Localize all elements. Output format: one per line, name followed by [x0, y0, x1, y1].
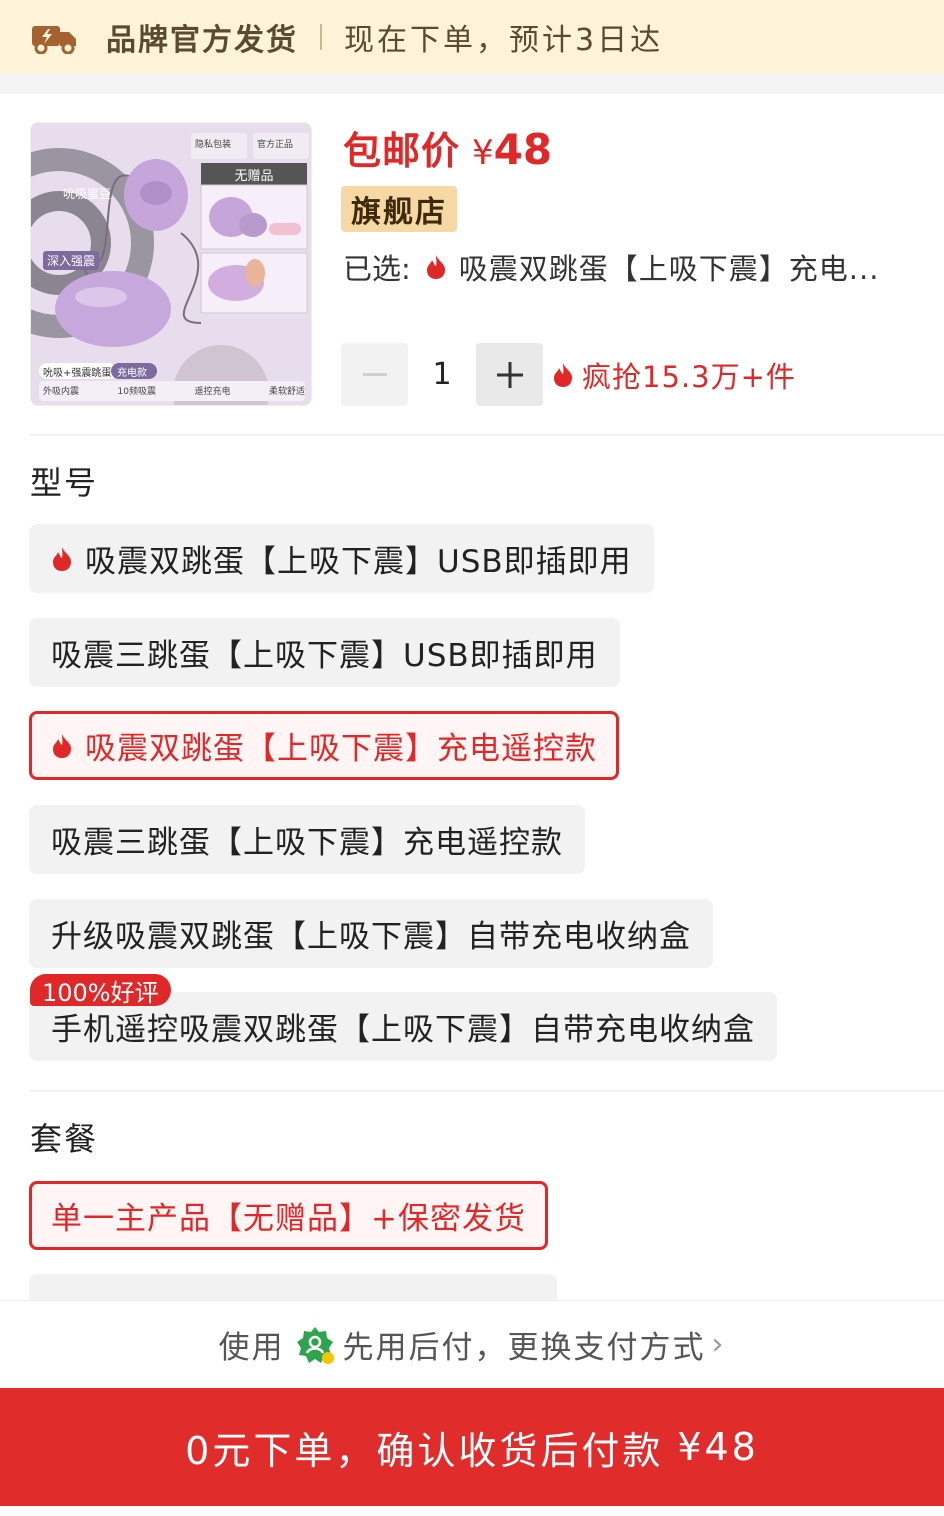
payment-method-bar[interactable]: 使用 先用后付，更换支付方式 ›	[0, 1300, 944, 1388]
model-option-label: 吸震双跳蛋【上吸下震】充电遥控款	[85, 731, 597, 767]
flame-icon	[53, 733, 72, 758]
thumb-feature: 柔软舒适	[268, 387, 305, 397]
flame-icon	[554, 363, 573, 387]
delivery-banner: 品牌官方发货 现在下单，预计3日达	[0, 0, 944, 74]
model-option-selected[interactable]: 吸震双跳蛋【上吸下震】充电遥控款	[29, 711, 619, 780]
model-section-title: 型号	[30, 464, 99, 502]
rating-badge: 100%好评	[30, 974, 171, 1007]
thumb-caption-tag: 充电款	[117, 368, 147, 379]
thumb-caption: 吮吸+强震跳蛋	[43, 368, 112, 379]
hot-sale-count: 疯抢15.3万+件	[552, 354, 796, 396]
chevron-right-icon: ›	[711, 1327, 726, 1362]
quantity-increase-button[interactable]	[476, 343, 543, 406]
delivery-eta: 现在下单，预计3日达	[344, 23, 664, 58]
package-option-label: 单一主产品【无赠品】+保密发货	[51, 1201, 526, 1237]
product-thumbnail[interactable]: 无赠品 吮吸蜜豆 深入强震 隐私包装 官方正品 吮吸+强震跳蛋 充电款 外吸内震…	[30, 122, 312, 406]
selected-value: 吸震双跳蛋【上吸下震】充电...	[458, 252, 880, 286]
place-order-label: 0元下单，确认收货后付款	[185, 1428, 664, 1473]
flame-icon	[53, 546, 72, 571]
minus-icon	[362, 373, 387, 376]
banner-title: 品牌官方发货	[106, 23, 298, 58]
section-gap	[0, 74, 944, 94]
thumb-badge-official: 官方正品	[257, 140, 294, 150]
delivery-truck-icon	[32, 26, 76, 54]
store-badge: 旗舰店	[341, 186, 457, 232]
selected-sku: 已选: 吸震双跳蛋【上吸下震】充电...	[343, 246, 903, 288]
model-option-label: 吸震三跳蛋【上吸下震】USB即插即用	[51, 638, 598, 674]
model-option-label: 吸震三跳蛋【上吸下震】充电遥控款	[51, 825, 563, 861]
model-option-label: 吸震双跳蛋【上吸下震】USB即插即用	[85, 544, 632, 580]
thumb-label-suck: 吮吸蜜豆	[63, 187, 112, 201]
divider	[30, 434, 944, 436]
thumb-feature: 10频吸震	[117, 387, 156, 397]
price-label: 包邮价	[343, 129, 461, 173]
thumb-label-deep: 深入强震	[43, 251, 100, 270]
model-option[interactable]: 升级吸震双跳蛋【上吸下震】自带充电收纳盒	[29, 899, 713, 968]
package-option-selected[interactable]: 单一主产品【无赠品】+保密发货	[29, 1181, 548, 1250]
thumb-feature-list: 外吸内震 10频吸震 遥控充电 柔软舒适	[43, 384, 305, 397]
sku-selector-page: 品牌官方发货 现在下单，预计3日达 无赠品 吮吸蜜豆 深入强震 隐私包装 官方正…	[0, 0, 944, 1516]
hot-sale-text: 疯抢15.3万+件	[582, 360, 796, 394]
price-row: 包邮价 ¥ 48	[343, 120, 552, 175]
plus-icon	[496, 361, 523, 388]
currency-symbol: ¥	[472, 133, 494, 173]
selected-label: 已选:	[343, 252, 411, 286]
thumb-feature: 外吸内震	[43, 387, 80, 397]
divider	[30, 1090, 944, 1092]
package-section-title: 套餐	[30, 1120, 99, 1158]
model-option[interactable]: 吸震三跳蛋【上吸下震】充电遥控款	[29, 805, 585, 874]
price-value: 48	[493, 125, 553, 174]
place-order-button[interactable]: 0元下单，确认收货后付款 ¥48	[0, 1388, 944, 1506]
bottom-safe-area	[0, 1506, 944, 1516]
thumb-badge-privacy: 隐私包装	[195, 140, 232, 150]
quantity-decrease-button[interactable]	[341, 343, 408, 406]
model-option-label: 升级吸震双跳蛋【上吸下震】自带充电收纳盒	[51, 919, 691, 955]
pay-prefix: 使用	[218, 1330, 285, 1366]
model-option-label: 手机遥控吸震双跳蛋【上吸下震】自带充电收纳盒	[51, 1012, 755, 1048]
pay-method-text: 先用后付，更换支付方式	[342, 1330, 706, 1366]
pay-later-badge-icon	[296, 1326, 334, 1364]
model-option[interactable]: 吸震双跳蛋【上吸下震】USB即插即用	[29, 524, 654, 593]
thumb-feature: 遥控充电	[194, 387, 231, 397]
thumb-no-gift-tag: 无赠品	[234, 169, 274, 184]
place-order-amount: ¥48	[677, 1425, 759, 1469]
banner-divider	[320, 24, 322, 50]
model-option[interactable]: 吸震三跳蛋【上吸下震】USB即插即用	[29, 618, 620, 687]
flame-icon	[426, 255, 445, 279]
quantity-value[interactable]: 1	[408, 343, 476, 406]
